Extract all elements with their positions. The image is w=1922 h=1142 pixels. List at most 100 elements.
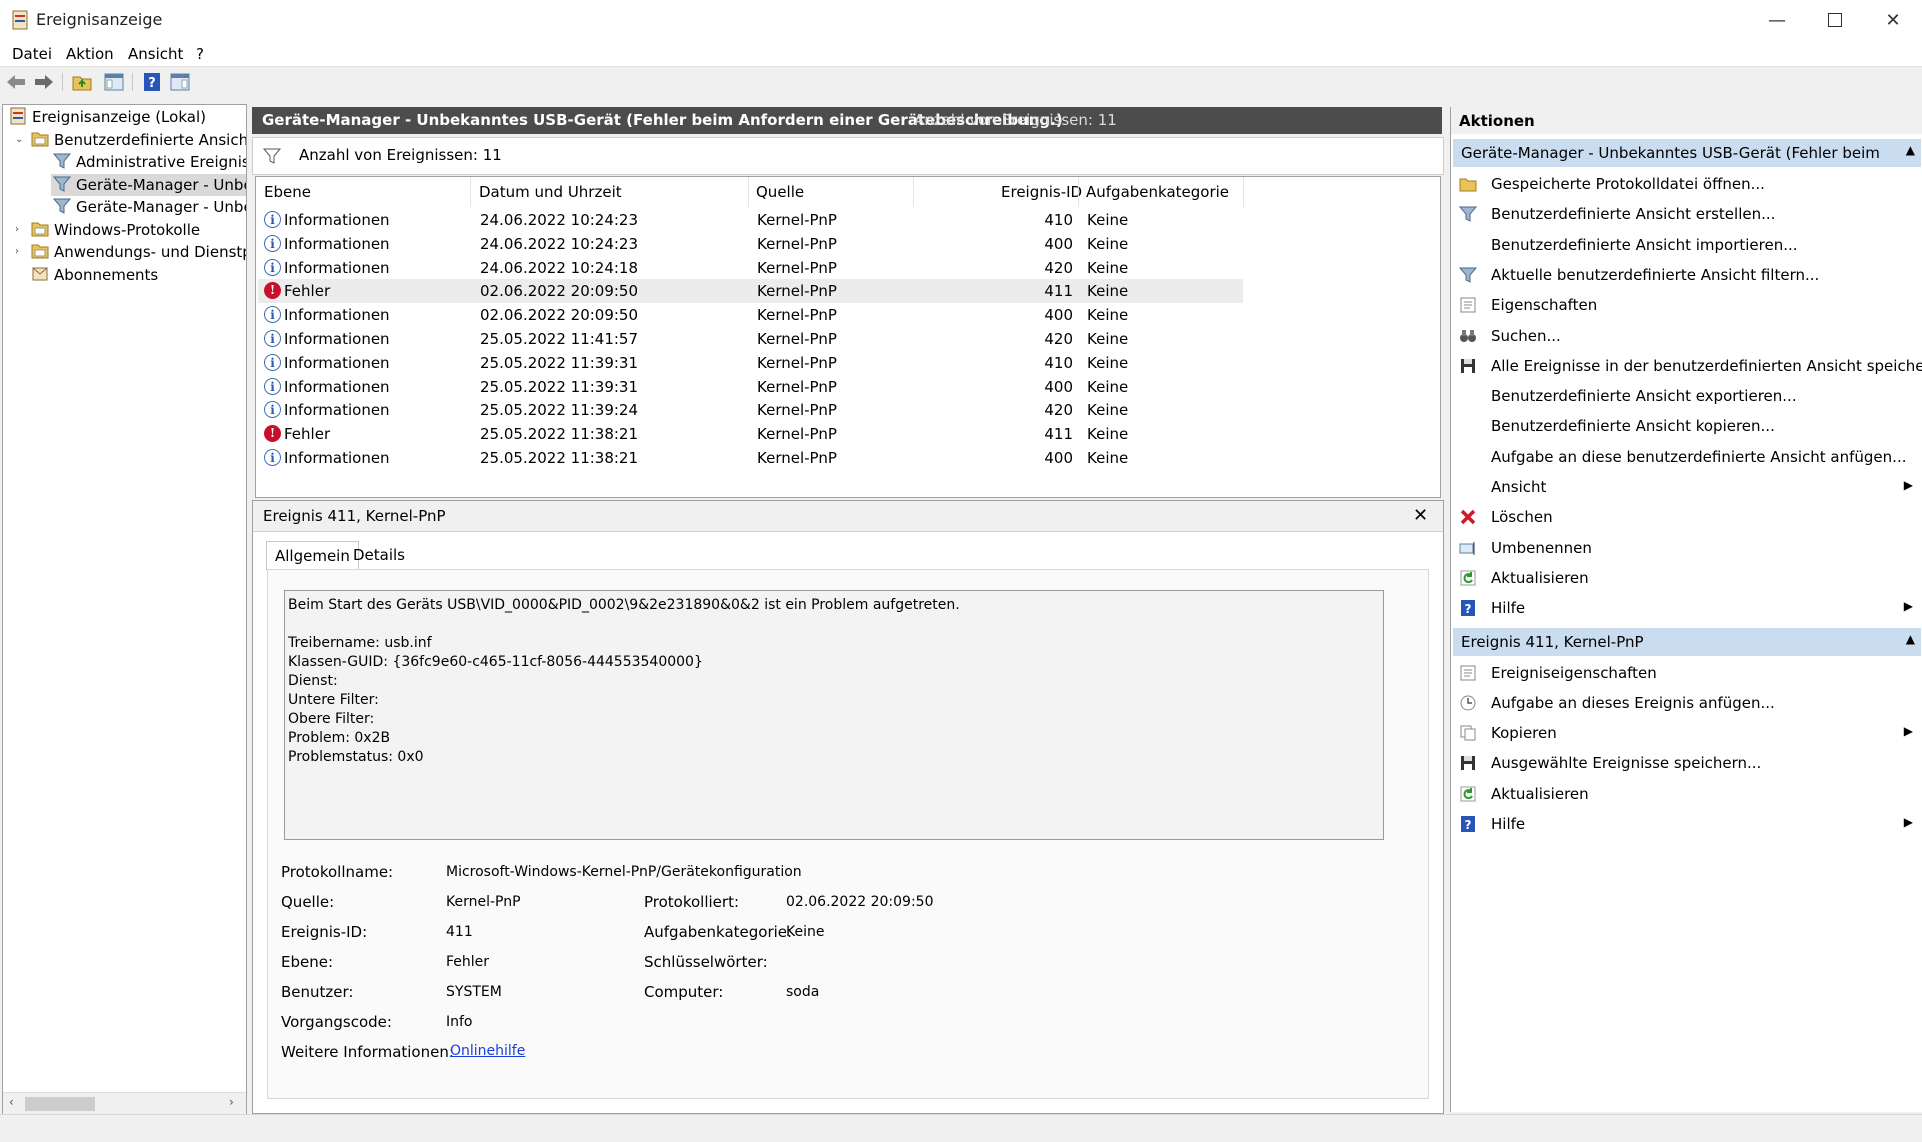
- tree-item[interactable]: Geräte-Manager - Unbek: [51, 196, 246, 218]
- close-button[interactable]: ✕: [1864, 0, 1922, 40]
- col-quelle[interactable]: Quelle: [756, 183, 804, 201]
- view-action-14[interactable]: ? Hilfe ▶: [1457, 593, 1917, 623]
- view-action-2[interactable]: Benutzerdefinierte Ansicht importieren..…: [1457, 230, 1917, 260]
- view-action-10[interactable]: Ansicht ▶: [1457, 472, 1917, 502]
- open-folder-button[interactable]: [70, 71, 94, 93]
- filter-icon: [52, 197, 72, 215]
- console-tree[interactable]: Ereignisanzeige (Lokal) ⌄ Benutzerdefinier…: [2, 104, 247, 1116]
- message-line: Problemstatus: 0x0: [288, 749, 424, 765]
- filter-bar: Anzahl von Ereignissen: 11: [252, 137, 1444, 175]
- table-row[interactable]: i Informationen 25.05.2022 11:39:31 Kernel-…: [258, 351, 1243, 375]
- menu-ansicht[interactable]: Ansicht: [128, 45, 183, 63]
- event-message[interactable]: Beim Start des Geräts USB\VID_0000&PID_0…: [284, 590, 1384, 840]
- col-ereignis-id[interactable]: Ereignis-ID: [1001, 183, 1082, 201]
- back-button[interactable]: [4, 71, 28, 93]
- minimize-button[interactable]: —: [1748, 0, 1806, 40]
- cell-source: Kernel-PnP: [757, 353, 837, 372]
- message-line: [288, 615, 1380, 634]
- table-row[interactable]: i Informationen 24.06.2022 10:24:18 Kernel-…: [258, 256, 1243, 280]
- view-action-9[interactable]: Aufgabe an diese benutzerdefinierte Ansi…: [1457, 442, 1917, 472]
- error-icon: !: [264, 282, 281, 300]
- collapse-caret-icon[interactable]: ▲: [1906, 143, 1915, 157]
- tree-item[interactable]: Ereignisanzeige (Lokal): [7, 106, 246, 128]
- event-list[interactable]: Ebene Datum und Uhrzeit Quelle Ereignis-…: [255, 176, 1441, 498]
- info-icon: i: [264, 353, 281, 371]
- view-action-0[interactable]: Gespeicherte Protokolldatei öffnen...: [1457, 169, 1917, 199]
- column-separator[interactable]: [1078, 177, 1079, 207]
- cell-source: Kernel-PnP: [757, 330, 837, 348]
- table-row[interactable]: i Informationen 25.05.2022 11:39:31 Kernel-…: [258, 375, 1243, 399]
- cell-date: 24.06.2022 10:24:23: [480, 234, 639, 253]
- table-row[interactable]: i Informationen 25.05.2022 11:38:21 Kernel-…: [258, 446, 1243, 470]
- scroll-thumb[interactable]: [25, 1097, 95, 1111]
- cell-date: 25.05.2022 11:41:57: [480, 330, 639, 348]
- cell-category: Keine: [1087, 211, 1129, 229]
- col-ebene[interactable]: Ebene: [264, 183, 311, 201]
- table-row[interactable]: i Informationen 02.06.2022 20:09:50 Kernel-…: [258, 303, 1243, 327]
- tab-details[interactable]: Details: [345, 541, 413, 569]
- view-action-3[interactable]: Aktuelle benutzerdefinierte Ansicht filt…: [1457, 260, 1917, 290]
- action-label: Kopieren: [1491, 724, 1557, 743]
- column-separator[interactable]: [913, 177, 914, 207]
- view-action-11[interactable]: Löschen: [1457, 502, 1917, 532]
- event-action-0[interactable]: Ereigniseigenschaften: [1457, 658, 1917, 688]
- expand-chevron-icon[interactable]: ⌄: [15, 129, 27, 151]
- menu-datei[interactable]: Datei: [12, 45, 52, 63]
- onlinehilfe-link[interactable]: Onlinehilfe: [450, 1043, 525, 1059]
- scroll-right-icon[interactable]: ›: [229, 1095, 234, 1109]
- event-action-3[interactable]: Ausgewählte Ereignisse speichern...: [1457, 748, 1917, 778]
- forward-button[interactable]: [32, 71, 56, 93]
- cell-level: Informationen: [284, 306, 390, 325]
- column-separator[interactable]: [1243, 177, 1244, 207]
- maximize-button[interactable]: [1806, 0, 1864, 40]
- view-action-1[interactable]: Benutzerdefinierte Ansicht erstellen...: [1457, 199, 1917, 229]
- event-action-2[interactable]: Kopieren ▶: [1457, 718, 1917, 748]
- actions-section-view[interactable]: Geräte-Manager - Unbekanntes USB-Gerät (…: [1453, 139, 1921, 167]
- menu-aktion[interactable]: Aktion: [66, 45, 114, 63]
- table-row[interactable]: i Informationen 24.06.2022 10:24:23 Kernel-…: [258, 208, 1243, 232]
- event-action-5[interactable]: ? Hilfe ▶: [1457, 809, 1917, 839]
- help-button[interactable]: ?: [140, 71, 164, 93]
- table-row[interactable]: ! Fehler 02.06.2022 20:09:50 Kernel-PnP 411 K…: [258, 279, 1243, 304]
- collapsed-chevron-icon[interactable]: ›: [15, 219, 27, 241]
- tree-item[interactable]: Abonnements: [29, 264, 198, 286]
- column-separator[interactable]: [748, 177, 749, 207]
- event-action-4[interactable]: Aktualisieren: [1457, 779, 1917, 809]
- table-row[interactable]: ! Fehler 25.05.2022 11:38:21 Kernel-PnP 411 K…: [258, 422, 1243, 446]
- collapse-caret-icon[interactable]: ▲: [1906, 632, 1915, 646]
- show-action-pane-button[interactable]: [168, 71, 192, 93]
- collapsed-chevron-icon[interactable]: ›: [15, 241, 27, 263]
- show-tree-button[interactable]: [102, 71, 126, 93]
- view-action-5[interactable]: Suchen...: [1457, 321, 1917, 351]
- table-row[interactable]: i Informationen 25.05.2022 11:41:57 Kernel-…: [258, 327, 1243, 351]
- column-separator[interactable]: [470, 177, 471, 207]
- table-row[interactable]: i Informationen 24.06.2022 10:24:23 Kernel-…: [258, 232, 1243, 256]
- col-datum[interactable]: Datum und Uhrzeit: [479, 183, 622, 201]
- menu-help[interactable]: ?: [196, 45, 204, 63]
- tree-item[interactable]: Administrative Ereignisse: [51, 151, 246, 173]
- col-aufgabenkategorie[interactable]: Aufgabenkategorie: [1086, 183, 1229, 201]
- scroll-left-icon[interactable]: ‹: [9, 1095, 14, 1109]
- tree-horizontal-scrollbar[interactable]: ‹ ›: [3, 1092, 246, 1115]
- cell-level: Informationen: [284, 258, 390, 277]
- tree-item[interactable]: ⌄ Benutzerdefinierte Ansichten: [15, 129, 246, 151]
- view-action-6[interactable]: Alle Ereignisse in der benutzerdefiniert…: [1457, 351, 1922, 381]
- action-pane-icon: [170, 73, 190, 91]
- tree-item[interactable]: › Anwendungs- und Dienstpro: [15, 241, 246, 263]
- event-action-1[interactable]: Aufgabe an dieses Ereignis anfügen...: [1457, 688, 1917, 718]
- actions-section-event[interactable]: Ereignis 411, Kernel-PnP ▲: [1453, 627, 1921, 656]
- tree-item[interactable]: Geräte-Manager - Unbek: [51, 173, 247, 196]
- view-action-7[interactable]: Benutzerdefinierte Ansicht exportieren..…: [1457, 381, 1917, 411]
- detail-close-button[interactable]: ✕: [1413, 505, 1428, 526]
- value-vorgangscode: Info: [446, 1014, 473, 1030]
- table-row[interactable]: i Informationen 25.05.2022 11:39:24 Kernel-…: [258, 398, 1243, 422]
- view-action-4[interactable]: Eigenschaften: [1457, 290, 1917, 320]
- view-action-13[interactable]: Aktualisieren: [1457, 563, 1917, 593]
- view-action-12[interactable]: Umbenennen: [1457, 533, 1917, 563]
- tree-item[interactable]: › Windows-Protokolle: [15, 219, 240, 241]
- value-ereignis-id: 411: [446, 924, 473, 940]
- filter-icon: [263, 148, 281, 164]
- refresh-icon: [1459, 569, 1477, 587]
- tree-item-label: Geräte-Manager - Unbek: [76, 175, 247, 194]
- view-action-8[interactable]: Benutzerdefinierte Ansicht kopieren...: [1457, 411, 1917, 441]
